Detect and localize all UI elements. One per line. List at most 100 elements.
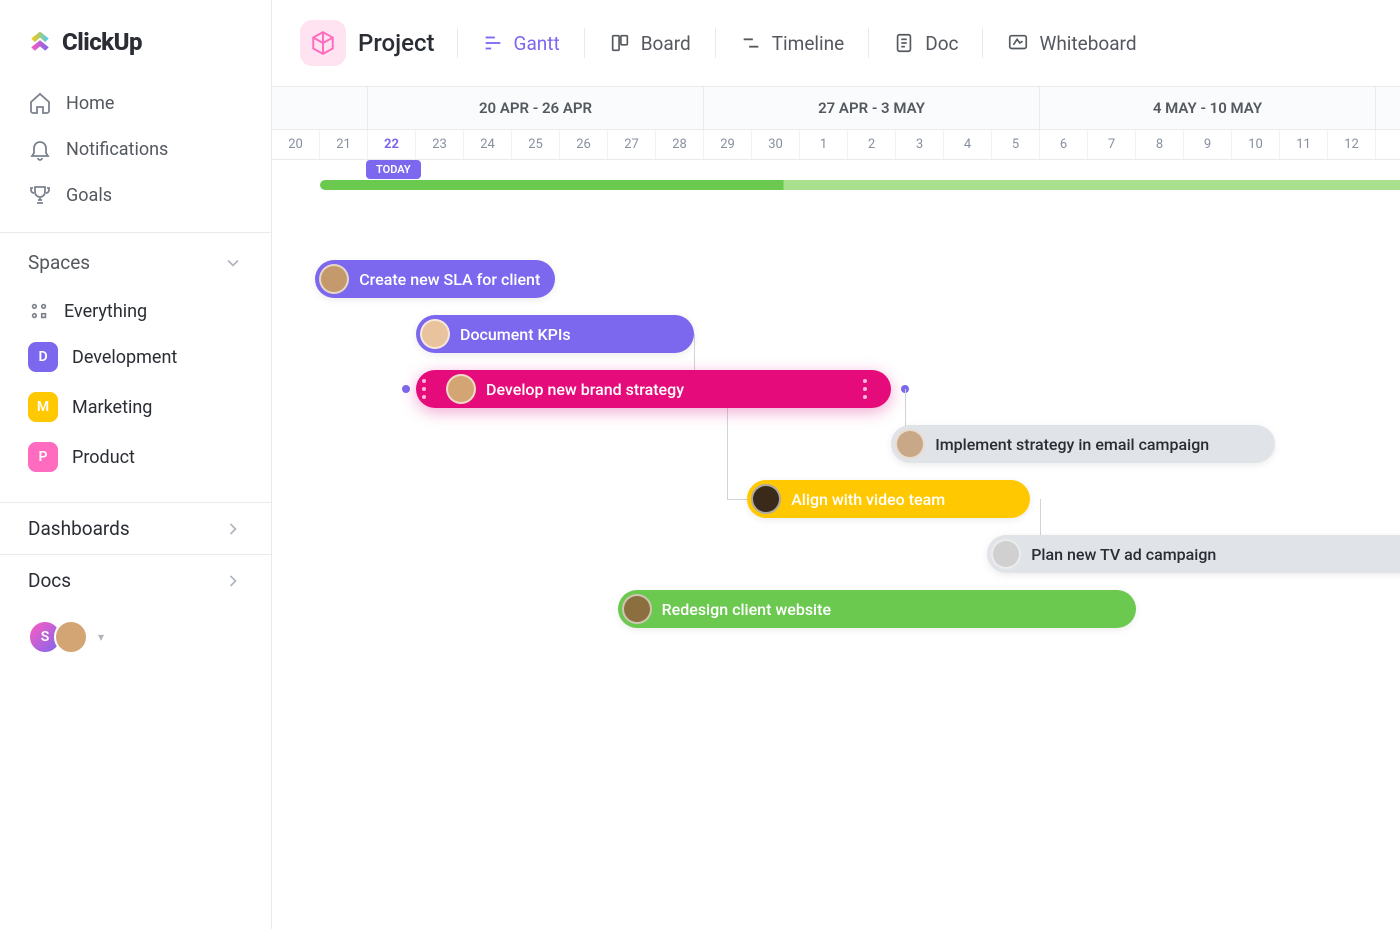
- drag-grip-icon[interactable]: [422, 377, 432, 401]
- day-cell: 9: [1184, 130, 1232, 159]
- avatar: [751, 484, 781, 514]
- chevron-down-icon: [223, 253, 243, 273]
- gantt-task[interactable]: Align with video team: [747, 480, 1030, 518]
- spaces-header[interactable]: Spaces: [0, 251, 271, 284]
- docs-section[interactable]: Docs: [0, 554, 271, 606]
- space-product[interactable]: P Product: [0, 432, 271, 482]
- week-cell: 20 APR - 26 APR: [368, 87, 704, 129]
- nav-home[interactable]: Home: [0, 80, 271, 126]
- drag-grip-icon[interactable]: [863, 377, 873, 401]
- gantt-task[interactable]: Redesign client website: [618, 590, 1136, 628]
- clickup-logo-icon: [26, 28, 54, 56]
- caret-down-icon: ▾: [98, 630, 104, 644]
- nav-goals[interactable]: Goals: [0, 172, 271, 218]
- space-badge: D: [28, 342, 58, 372]
- nav-label: Goals: [66, 185, 112, 206]
- gantt-task[interactable]: Develop new brand strategy: [416, 370, 891, 408]
- project-chip[interactable]: Project: [300, 20, 435, 66]
- day-cell: 25: [512, 130, 560, 159]
- brand-name: ClickUp: [62, 28, 142, 56]
- day-cell: 12: [1328, 130, 1376, 159]
- grid-icon: [28, 300, 50, 322]
- task-label: Develop new brand strategy: [486, 380, 684, 399]
- task-label: Implement strategy in email campaign: [935, 435, 1209, 454]
- bell-icon: [28, 137, 52, 161]
- day-cell: 24: [464, 130, 512, 159]
- day-cell: 5: [992, 130, 1040, 159]
- trophy-icon: [28, 183, 52, 207]
- day-cell: 20: [272, 130, 320, 159]
- task-label: Redesign client website: [662, 600, 831, 619]
- day-cell: 27: [608, 130, 656, 159]
- tab-whiteboard[interactable]: Whiteboard: [1005, 28, 1138, 59]
- task-label: Document KPIs: [460, 325, 571, 344]
- space-label: Product: [72, 447, 135, 468]
- day-cell: 22: [368, 130, 416, 159]
- day-cell: 3: [896, 130, 944, 159]
- cube-icon: [310, 30, 336, 56]
- space-marketing[interactable]: M Marketing: [0, 382, 271, 432]
- day-cell: 4: [944, 130, 992, 159]
- avatar: [446, 374, 476, 404]
- space-label: Marketing: [72, 397, 152, 418]
- gantt-task[interactable]: Plan new TV ad campaign: [987, 535, 1400, 573]
- gantt-task[interactable]: Implement strategy in email campaign: [891, 425, 1275, 463]
- space-everything[interactable]: Everything: [0, 290, 271, 332]
- day-cell: 2: [848, 130, 896, 159]
- avatar: [991, 539, 1021, 569]
- avatar: [895, 429, 925, 459]
- sidebar: ClickUp Home Notifications Goals Spaces: [0, 0, 272, 929]
- home-icon: [28, 91, 52, 115]
- space-label: Everything: [64, 301, 147, 322]
- task-label: Align with video team: [791, 490, 945, 509]
- today-marker: TODAY: [366, 160, 421, 179]
- nav-label: Home: [66, 93, 114, 114]
- day-cell: 21: [320, 130, 368, 159]
- toolbar: Project Gantt Board Timeline Doc: [272, 0, 1400, 86]
- avatar: [319, 264, 349, 294]
- day-cell: 30: [752, 130, 800, 159]
- space-development[interactable]: D Development: [0, 332, 271, 382]
- gantt-task[interactable]: Create new SLA for client: [315, 260, 555, 298]
- day-cell: 28: [656, 130, 704, 159]
- tab-timeline[interactable]: Timeline: [738, 28, 847, 59]
- chevron-right-icon: [223, 571, 243, 591]
- task-label: Create new SLA for client: [359, 270, 540, 289]
- day-cell: 7: [1088, 130, 1136, 159]
- space-badge: P: [28, 442, 58, 472]
- chevron-right-icon: [223, 519, 243, 539]
- day-cell: 6: [1040, 130, 1088, 159]
- project-title: Project: [358, 29, 435, 57]
- avatar: [622, 594, 652, 624]
- avatar: [420, 319, 450, 349]
- day-cell: 11: [1280, 130, 1328, 159]
- day-cell: 8: [1136, 130, 1184, 159]
- doc-icon: [893, 32, 915, 54]
- day-cell: 10: [1232, 130, 1280, 159]
- project-icon: [300, 20, 346, 66]
- day-cell: 23: [416, 130, 464, 159]
- brand-logo[interactable]: ClickUp: [0, 0, 271, 76]
- board-icon: [609, 32, 631, 54]
- week-header: 20 APR - 26 APR27 APR - 3 MAY4 MAY - 10 …: [272, 86, 1400, 130]
- task-label: Plan new TV ad campaign: [1031, 545, 1216, 564]
- day-header: 2021222324252627282930123456789101112: [272, 130, 1400, 160]
- avatar: [54, 620, 88, 654]
- main-content: Project Gantt Board Timeline Doc: [272, 0, 1400, 929]
- space-label: Development: [72, 347, 177, 368]
- nav-label: Notifications: [66, 139, 168, 160]
- gantt-view: 20 APR - 26 APR27 APR - 3 MAY4 MAY - 10 …: [272, 86, 1400, 929]
- gantt-task[interactable]: Document KPIs: [416, 315, 694, 353]
- timeline-icon: [740, 32, 762, 54]
- dashboards-section[interactable]: Dashboards: [0, 502, 271, 554]
- space-badge: M: [28, 392, 58, 422]
- gantt-icon: [482, 32, 504, 54]
- day-cell: 1: [800, 130, 848, 159]
- nav-notifications[interactable]: Notifications: [0, 126, 271, 172]
- tab-board[interactable]: Board: [607, 28, 693, 59]
- tab-doc[interactable]: Doc: [891, 28, 960, 59]
- tab-gantt[interactable]: Gantt: [480, 28, 562, 59]
- week-cell: 27 APR - 3 MAY: [704, 87, 1040, 129]
- week-cell: 4 MAY - 10 MAY: [1040, 87, 1376, 129]
- user-avatars[interactable]: S ▾: [0, 606, 271, 668]
